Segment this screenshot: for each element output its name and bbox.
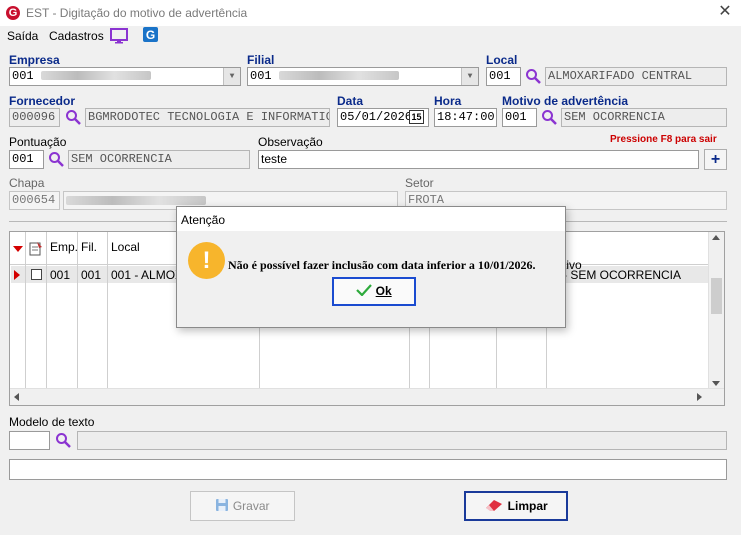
header-emp[interactable]: Emp. xyxy=(50,240,78,254)
menu-cadastros[interactable]: Cadastros xyxy=(49,29,104,43)
empresa-combo[interactable]: 001 ▼ xyxy=(9,67,241,86)
hora-label: Hora xyxy=(434,94,462,108)
search-icon[interactable] xyxy=(55,432,71,451)
scroll-left-icon[interactable] xyxy=(14,393,19,401)
attention-dialog: Atenção ! Não é possível fazer inclusão … xyxy=(176,206,566,328)
dialog-title-bar: Atenção xyxy=(177,207,565,231)
fornecedor-code-input[interactable]: 000096 xyxy=(9,108,60,127)
cell-local: 001 - ALMOX xyxy=(111,268,184,282)
svg-text:G: G xyxy=(146,28,155,42)
dialog-message: Não é possível fazer inclusão com data i… xyxy=(228,258,536,272)
calendar-icon[interactable]: 15 xyxy=(409,110,424,124)
redacted-text xyxy=(66,196,206,206)
redacted-text xyxy=(40,71,151,81)
scroll-thumb[interactable] xyxy=(711,278,722,314)
local-desc: ALMOXARIFADO CENTRAL xyxy=(545,67,727,86)
limpar-label: Limpar xyxy=(507,499,548,513)
horizontal-scrollbar[interactable] xyxy=(10,388,724,405)
sort-down-icon[interactable] xyxy=(13,246,23,252)
cell-motivo: - SEM OCORRENCIA xyxy=(563,268,682,282)
redacted-text xyxy=(278,71,399,81)
scroll-up-icon[interactable] xyxy=(712,235,720,240)
save-icon xyxy=(216,499,229,511)
fornecedor-label: Fornecedor xyxy=(9,94,76,108)
setor-label: Setor xyxy=(405,176,434,190)
pontuacao-label: Pontuação xyxy=(9,135,67,149)
empresa-value: 001 xyxy=(12,69,34,83)
local-label: Local xyxy=(486,53,518,67)
limpar-button[interactable]: Limpar xyxy=(464,491,568,521)
cell-emp: 001 xyxy=(50,268,71,282)
vertical-scrollbar[interactable] xyxy=(708,232,724,390)
search-icon[interactable] xyxy=(541,109,557,128)
row-checkbox[interactable] xyxy=(31,269,42,280)
add-observacao-button[interactable]: + xyxy=(704,149,727,170)
f8-hint: Pressione F8 para sair xyxy=(610,134,717,145)
motivo-code-input[interactable]: 001 xyxy=(502,108,537,127)
chapa-label: Chapa xyxy=(9,176,45,190)
monitor-icon[interactable] xyxy=(110,28,128,47)
header-local[interactable]: Local xyxy=(111,240,140,254)
gravar-label: Gravar xyxy=(232,499,270,513)
warning-icon: ! xyxy=(188,242,225,279)
texto-area[interactable] xyxy=(9,459,727,480)
chapa-code-input[interactable]: 000654 xyxy=(9,191,60,210)
scroll-down-icon[interactable] xyxy=(712,381,720,386)
observacao-input[interactable]: teste xyxy=(258,150,699,169)
filial-label: Filial xyxy=(247,53,275,67)
local-code-input[interactable]: 001 xyxy=(486,67,521,86)
filial-value: 001 xyxy=(250,69,272,83)
header-fil[interactable]: Fil. xyxy=(81,240,97,254)
modelo-label: Modelo de texto xyxy=(9,415,95,429)
menu-saida[interactable]: Saída xyxy=(7,29,38,43)
observacao-label: Observação xyxy=(258,135,323,149)
search-icon[interactable] xyxy=(65,109,81,128)
close-icon[interactable]: ✕ xyxy=(716,3,734,21)
data-label: Data xyxy=(337,94,364,108)
ok-label: Ok xyxy=(375,284,392,298)
gravar-button[interactable]: Gravar xyxy=(190,491,295,521)
edit-doc-icon[interactable] xyxy=(28,240,44,259)
fornecedor-desc: BGMRODOTEC TECNOLOGIA E INFORMATICA S xyxy=(85,108,330,127)
g-app-icon[interactable]: G xyxy=(143,27,158,42)
hora-input[interactable]: 18:47:00 xyxy=(434,108,497,127)
cell-fil: 001 xyxy=(81,268,102,282)
modelo-desc xyxy=(77,431,727,450)
filial-combo[interactable]: 001 ▼ xyxy=(247,67,479,86)
dialog-title: Atenção xyxy=(181,213,226,227)
empresa-label: Empresa xyxy=(9,53,60,67)
ok-button[interactable]: Ok xyxy=(332,277,416,306)
window-title: EST - Digitação do motivo de advertência xyxy=(26,6,248,20)
row-pointer-icon xyxy=(14,270,20,280)
chevron-down-icon[interactable]: ▼ xyxy=(223,68,240,85)
motivo-desc: SEM OCORRENCIA xyxy=(561,108,727,127)
pontuacao-code-input[interactable]: 001 xyxy=(9,150,44,169)
motivo-label: Motivo de advertência xyxy=(502,94,629,108)
pontuacao-desc: SEM OCORRENCIA xyxy=(68,150,250,169)
search-icon[interactable] xyxy=(48,151,64,170)
search-icon[interactable] xyxy=(525,68,541,87)
modelo-code-input[interactable] xyxy=(9,431,50,450)
app-logo-icon: G xyxy=(6,6,20,20)
check-icon xyxy=(356,284,373,297)
scroll-right-icon[interactable] xyxy=(697,393,702,401)
eraser-icon xyxy=(486,500,503,511)
chevron-down-icon[interactable]: ▼ xyxy=(461,68,478,85)
